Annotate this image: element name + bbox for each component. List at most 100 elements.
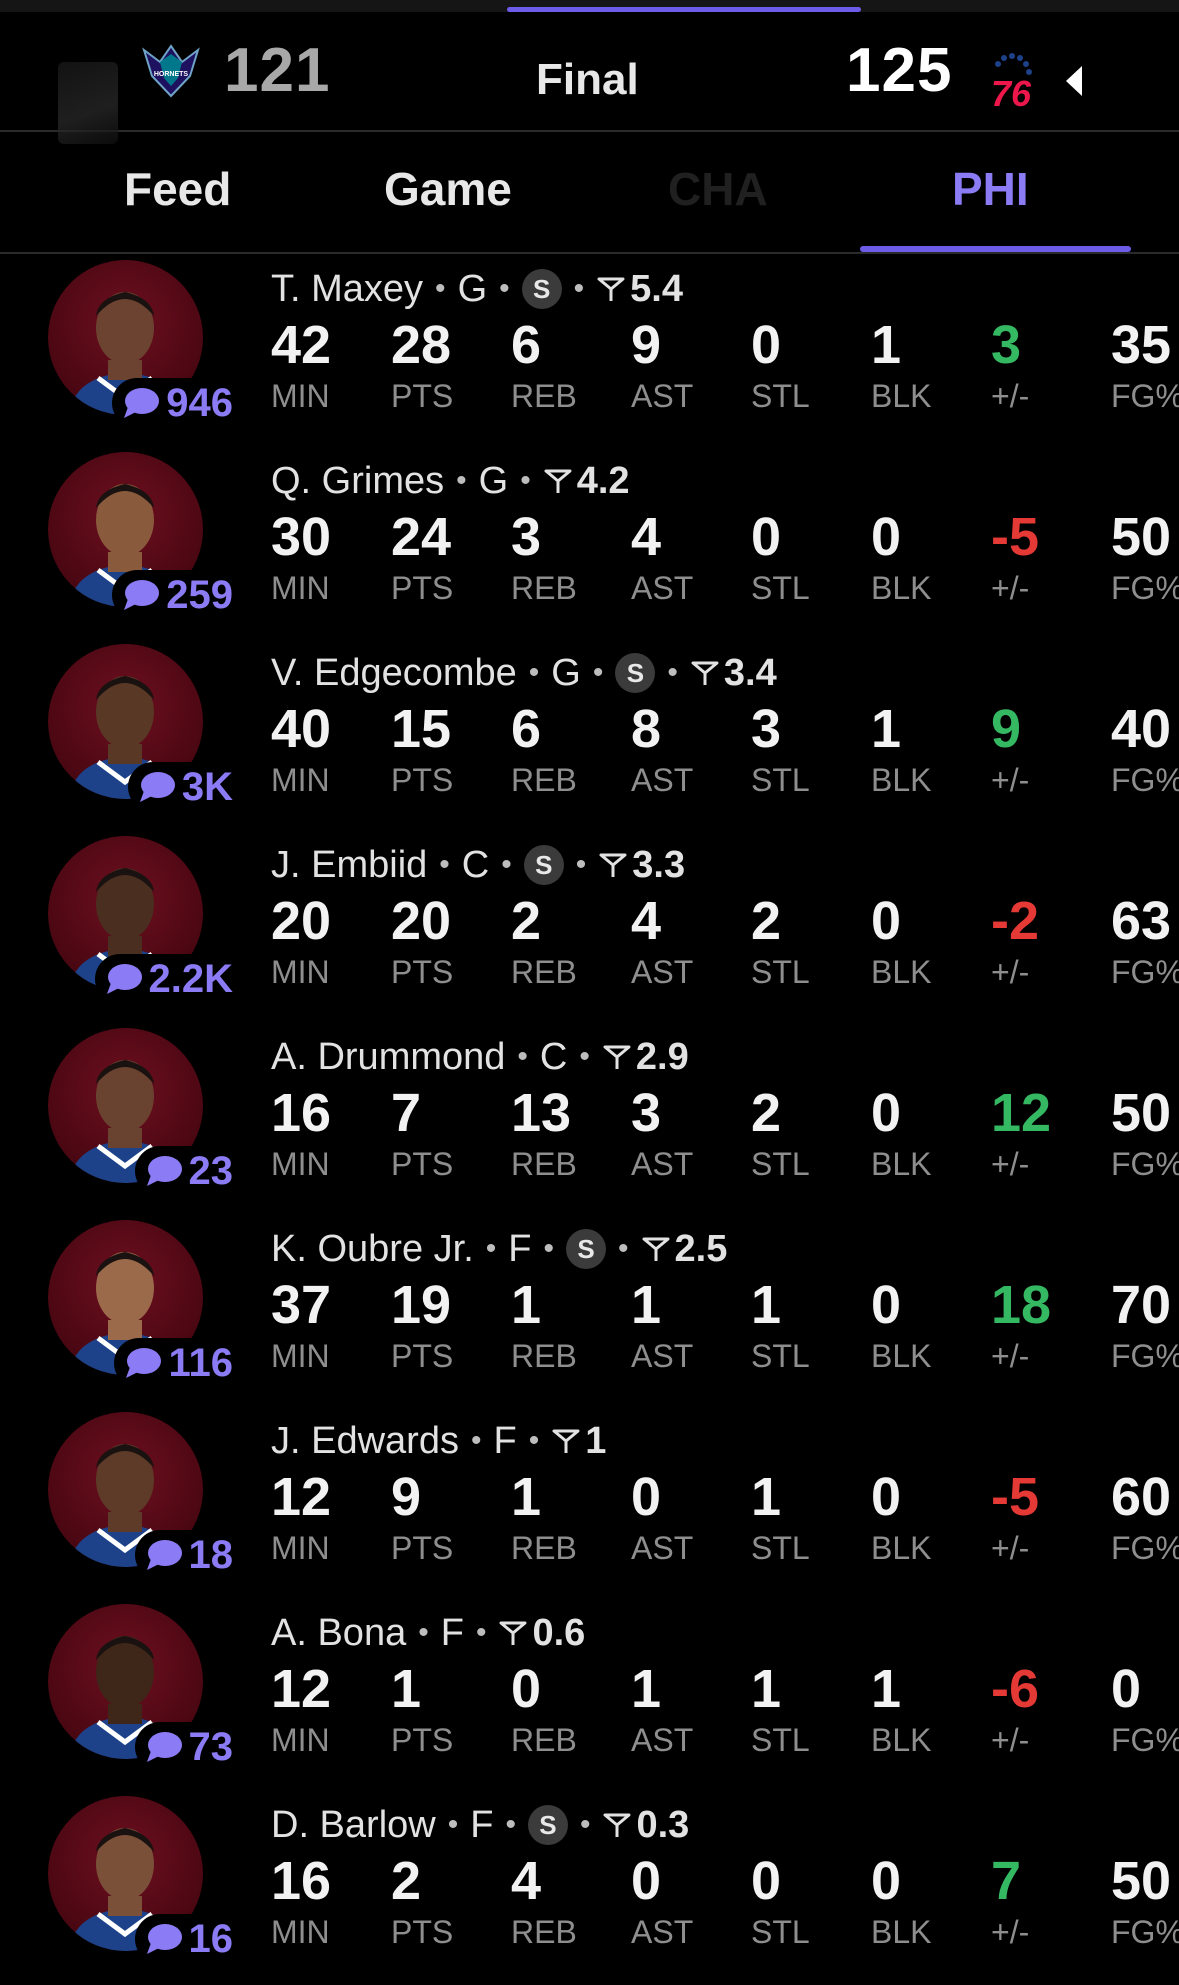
player-row[interactable]: 18 J. Edwards • F • 1 12 MIN 9 PTS 1 REB 0 AST 1 STL 0 BL… <box>0 1406 1179 1598</box>
comment-count: 3K <box>181 765 233 809</box>
player-header: A. Drummond • C • 2.9 <box>271 1034 689 1080</box>
chat-bubble-icon <box>124 388 160 418</box>
stat-cell: 19 PTS <box>391 1278 453 1372</box>
stat-cell: 0 STL <box>751 318 810 412</box>
player-position: F <box>470 1803 494 1846</box>
player-row[interactable]: 73 A. Bona • F • 0.6 12 MIN 1 PTS 0 REB 1 AST 1 STL 1 BLK… <box>0 1598 1179 1790</box>
player-name[interactable]: J. Embiid <box>271 844 427 887</box>
player-row[interactable]: 116 K. Oubre Jr. • F • S • 2.5 37 MIN 19 PTS 1 REB 1 AS… <box>0 1214 1179 1406</box>
stat-cell: 9 +/- <box>991 702 1029 796</box>
player-row[interactable]: 946 T. Maxey • G • S • 5.4 42 MIN 28 PTS 6 REB 9 AST 0 ST… <box>0 254 1179 446</box>
stat-cell: 2 REB <box>511 894 577 988</box>
stat-cell: 0 BLK <box>871 894 931 988</box>
player-row[interactable]: 259 Q. Grimes • G • 4.2 30 MIN 24 PTS 3 REB 4 AST 0 STL… <box>0 446 1179 638</box>
stat-cell: -5 +/- <box>991 510 1039 604</box>
stat-cell: 6 REB <box>511 318 577 412</box>
comment-count-badge[interactable]: 946 <box>112 378 233 428</box>
player-header: D. Barlow • F • S • 0.3 <box>271 1802 689 1848</box>
starter-badge-icon: S <box>521 269 562 309</box>
comment-count-badge[interactable]: 73 <box>134 1722 233 1772</box>
stat-label: +/- <box>991 1914 1030 1950</box>
active-tab-indicator <box>860 246 1131 252</box>
stat-cell: 0 BLK <box>871 1086 931 1180</box>
stat-value: 3 <box>991 315 1022 375</box>
stat-cell: 3 +/- <box>991 318 1029 412</box>
stat-label: AST <box>631 378 694 414</box>
stat-cell: 4 AST <box>631 510 693 604</box>
rating-value: 2.5 <box>674 1227 728 1270</box>
player-header: T. Maxey • G • S • 5.4 <box>271 266 683 312</box>
chat-bubble-icon <box>146 1156 182 1186</box>
player-name[interactable]: K. Oubre Jr. <box>271 1228 474 1271</box>
tab-phi[interactable]: PHI <box>952 166 1029 212</box>
comment-count-badge[interactable]: 16 <box>134 1914 233 1964</box>
separator-dot: • <box>447 1808 459 1841</box>
stat-value: 60 <box>1111 1467 1172 1527</box>
starter-badge-icon: S <box>615 653 656 693</box>
player-rating: 3.3 <box>598 844 685 887</box>
stat-cell: 37 MIN <box>271 1278 331 1372</box>
comment-count-badge[interactable]: 3K <box>127 762 233 812</box>
stat-label: MIN <box>271 762 330 798</box>
tab-cha[interactable]: CHA <box>668 166 768 212</box>
player-row[interactable]: 3K V. Edgecombe • G • S • 3.4 40 MIN 15 PTS 6 REB 8 AST… <box>0 638 1179 830</box>
stat-value: 42 <box>271 315 332 375</box>
player-rating: 3.4 <box>690 652 777 695</box>
scoreboard-header: HORNETS 121 Final 125 76 <box>0 12 1179 144</box>
stat-value: 63 <box>1111 891 1172 951</box>
player-name[interactable]: D. Barlow <box>271 1804 436 1847</box>
home-score: 125 <box>846 36 953 105</box>
stat-value: 3 <box>751 699 782 759</box>
player-name[interactable]: T. Maxey <box>271 268 423 311</box>
stat-label: AST <box>631 762 694 798</box>
triangle-left-icon[interactable] <box>1062 64 1086 98</box>
stat-label: REB <box>511 762 577 798</box>
player-position: F <box>440 1611 464 1654</box>
pennant-flag-icon <box>642 1237 670 1261</box>
comment-count-badge[interactable]: 2.2K <box>94 954 233 1004</box>
stat-cell: 18 +/- <box>991 1278 1051 1372</box>
comment-count-badge[interactable]: 18 <box>134 1530 233 1580</box>
separator-dot: • <box>528 656 540 689</box>
comment-count-badge[interactable]: 23 <box>134 1146 234 1196</box>
player-name[interactable]: A. Bona <box>271 1612 406 1655</box>
player-rating: 0.3 <box>602 1804 689 1847</box>
separator-dot: • <box>528 1424 540 1457</box>
tab-bar: Feed Game CHA PHI <box>0 132 1179 254</box>
stat-value: 19 <box>391 1275 452 1335</box>
player-row[interactable]: 2.2K J. Embiid • C • S • 3.3 20 MIN 20 PTS 2 REB 4 AST 2… <box>0 830 1179 1022</box>
separator-dot: • <box>543 1232 554 1265</box>
separator-dot: • <box>475 1616 487 1649</box>
player-name[interactable]: Q. Grimes <box>271 460 444 503</box>
stat-value: 15 <box>391 699 452 759</box>
stat-label: FG% <box>1111 762 1179 798</box>
stat-label: BLK <box>871 1338 932 1374</box>
stat-value: -2 <box>991 891 1040 951</box>
stat-label: FG% <box>1111 1722 1179 1758</box>
player-name[interactable]: J. Edwards <box>271 1420 459 1463</box>
separator-dot: • <box>501 848 512 881</box>
player-row[interactable]: 23 A. Drummond • C • 2.9 16 MIN 7 PTS 13 REB 3 AST 2 ST… <box>0 1022 1179 1214</box>
stat-value: 1 <box>871 699 902 759</box>
player-name[interactable]: V. Edgecombe <box>271 652 517 695</box>
stat-cell: 8 AST <box>631 702 693 796</box>
stat-value: 0 <box>751 315 782 375</box>
tab-game[interactable]: Game <box>384 166 512 212</box>
comment-count-badge[interactable]: 259 <box>112 570 233 620</box>
stat-value: 1 <box>751 1467 782 1527</box>
stat-label: FG% <box>1111 1338 1179 1374</box>
tab-feed[interactable]: Feed <box>124 166 231 212</box>
player-row[interactable]: 16 D. Barlow • F • S • 0.3 16 MIN 2 PTS 4 REB 0 AST 0 STL… <box>0 1790 1179 1982</box>
stat-value: 18 <box>991 1275 1052 1335</box>
stat-cell: 24 PTS <box>391 510 453 604</box>
player-rating: 2.9 <box>602 1036 689 1079</box>
stat-value: 30 <box>271 507 332 567</box>
comment-count: 23 <box>188 1149 234 1193</box>
stat-label: REB <box>511 570 577 606</box>
stat-label: AST <box>631 1722 694 1758</box>
comment-count-badge[interactable]: 116 <box>114 1338 233 1388</box>
rating-value: 3.4 <box>723 651 777 694</box>
stat-label: STL <box>751 1914 810 1950</box>
player-name[interactable]: A. Drummond <box>271 1036 505 1079</box>
stat-label: AST <box>631 1914 694 1950</box>
